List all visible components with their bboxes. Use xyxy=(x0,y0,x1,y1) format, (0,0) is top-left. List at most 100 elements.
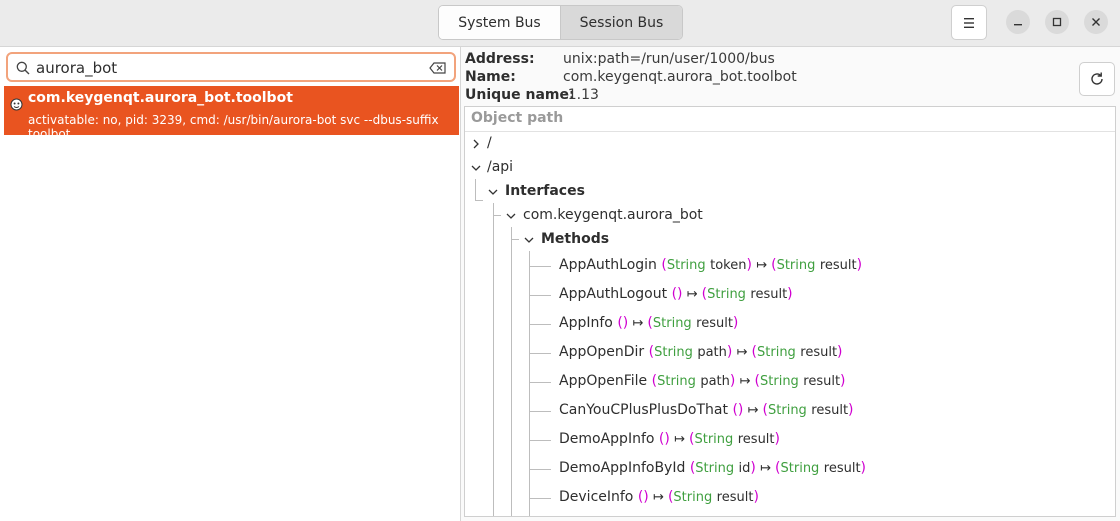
tree-guide xyxy=(529,411,551,412)
tree-guide xyxy=(529,440,551,441)
main-menu-button[interactable] xyxy=(951,5,987,40)
tree-guide xyxy=(493,203,494,516)
return-type: String xyxy=(757,345,796,360)
tree-guide xyxy=(529,469,551,470)
maximize-icon xyxy=(1052,17,1062,27)
method-row[interactable]: AppInfo () ↦ (String result) xyxy=(559,315,738,331)
chevron-down-icon xyxy=(471,165,481,171)
maximize-button[interactable] xyxy=(1045,10,1069,34)
unique-name-label: Unique name: xyxy=(465,87,575,103)
chevron-right-icon xyxy=(473,139,479,149)
node-label: Methods xyxy=(541,231,610,247)
method-row[interactable]: DeviceInfo () ↦ (String result) xyxy=(559,489,759,505)
return-name: result xyxy=(696,316,733,331)
method-row[interactable]: AppOpenDir (String path) ↦ (String resul… xyxy=(559,344,843,360)
returns-arrow-icon: ↦ xyxy=(669,432,690,447)
param-name: path xyxy=(700,374,730,389)
param-type: String xyxy=(666,258,706,273)
paren: ) xyxy=(840,373,846,389)
tree-header: Object path xyxy=(471,110,564,126)
refresh-button[interactable] xyxy=(1079,62,1115,96)
return-name: result xyxy=(819,258,857,273)
tab-session-bus[interactable]: Session Bus xyxy=(561,6,682,39)
method-name: CanYouCPlusPlusDoThat xyxy=(559,402,728,418)
returns-arrow-icon: ↦ xyxy=(682,287,702,302)
tree-guide xyxy=(511,227,512,516)
tree-guide xyxy=(529,324,551,325)
bot-app-icon xyxy=(10,98,23,111)
return-type: String xyxy=(768,403,807,418)
method-row[interactable]: AppAuthLogout () ↦ (String result) xyxy=(559,286,793,302)
paren: ) xyxy=(837,344,843,360)
name-value: com.keygenqt.aurora_bot.toolbot xyxy=(563,69,797,85)
node-label: com.keygenqt.aurora_bot xyxy=(523,207,703,223)
name-label: Name: xyxy=(465,69,516,85)
method-row[interactable]: AppOpenFile (String path) ↦ (String resu… xyxy=(559,373,846,389)
search-value: aurora_bot xyxy=(36,59,118,77)
node-label: /api xyxy=(487,159,514,175)
bus-switcher: System Bus Session Bus xyxy=(438,5,683,40)
paren: ) xyxy=(860,460,867,476)
return-name: result xyxy=(800,345,838,360)
paren: ) xyxy=(774,431,780,447)
method-name: AppInfo xyxy=(559,315,613,331)
tree-guide xyxy=(529,251,530,516)
tree-header-divider xyxy=(465,131,1115,132)
return-type: String xyxy=(776,258,816,273)
paren: ) xyxy=(848,402,854,418)
method-name: DemoAppInfo xyxy=(559,431,655,447)
address-value: unix:path=/run/user/1000/bus xyxy=(563,51,775,67)
object-tree: Object path / /api Interfaces com.keygen… xyxy=(464,106,1116,517)
service-details: activatable: no, pid: 3239, cmd: /usr/bi… xyxy=(28,113,439,141)
returns-arrow-icon: ↦ xyxy=(628,316,648,331)
refresh-icon xyxy=(1091,72,1103,85)
return-name: result xyxy=(811,403,849,418)
method-name: AppOpenDir xyxy=(559,344,645,360)
node-label: / xyxy=(487,135,492,151)
param-name: path xyxy=(697,345,727,360)
return-type: String xyxy=(673,490,713,505)
search-input[interactable]: aurora_bot xyxy=(6,52,456,82)
minimize-button[interactable] xyxy=(1006,10,1030,34)
method-row[interactable]: DemoAppInfoById (String id) ↦ (String re… xyxy=(559,460,866,476)
return-name: result xyxy=(823,461,861,476)
close-button[interactable] xyxy=(1084,10,1108,34)
service-list-pane: aurora_bot com.keygenqt.aurora_bot.toolb… xyxy=(0,47,461,521)
clear-search-icon[interactable] xyxy=(429,62,447,74)
tree-guide xyxy=(529,295,551,296)
tab-system-bus[interactable]: System Bus xyxy=(439,6,561,39)
unique-name-value: :1.13 xyxy=(563,87,599,103)
method-name: DeviceInfo xyxy=(559,489,634,505)
tree-guide xyxy=(529,498,551,499)
service-name: com.keygenqt.aurora_bot.toolbot xyxy=(28,90,293,106)
return-name: result xyxy=(803,374,841,389)
return-name: result xyxy=(716,490,754,505)
search-icon xyxy=(16,61,30,75)
tree-guide xyxy=(529,266,551,267)
return-name: result xyxy=(737,432,775,447)
return-name: result xyxy=(750,287,788,302)
minimize-icon xyxy=(1014,24,1022,26)
tree-guide xyxy=(511,239,519,240)
tree-guide xyxy=(529,382,551,383)
method-name: AppOpenFile xyxy=(559,373,648,389)
method-name: AppAuthLogin xyxy=(559,257,657,273)
paren: ) xyxy=(787,286,793,302)
param-name: token xyxy=(710,258,747,273)
param-type: String xyxy=(654,345,693,360)
chevron-down-icon xyxy=(506,213,516,219)
method-row[interactable]: AppAuthLogin (String token) ↦ (String re… xyxy=(559,257,862,273)
return-type: String xyxy=(652,316,692,331)
param-type: String xyxy=(695,461,735,476)
return-type: String xyxy=(760,374,799,389)
tree-guide xyxy=(475,200,483,201)
returns-arrow-icon: ↦ xyxy=(743,403,763,418)
method-row[interactable]: CanYouCPlusPlusDoThat () ↦ (String resul… xyxy=(559,402,854,418)
method-name: AppAuthLogout xyxy=(559,286,668,302)
tree-guide xyxy=(529,353,551,354)
method-row[interactable]: DemoAppInfo () ↦ (String result) xyxy=(559,431,780,447)
list-item[interactable]: com.keygenqt.aurora_bot.toolbot activata… xyxy=(4,86,459,141)
paren: ) xyxy=(732,315,739,331)
param-type: String xyxy=(657,374,696,389)
chevron-down-icon xyxy=(488,189,498,195)
